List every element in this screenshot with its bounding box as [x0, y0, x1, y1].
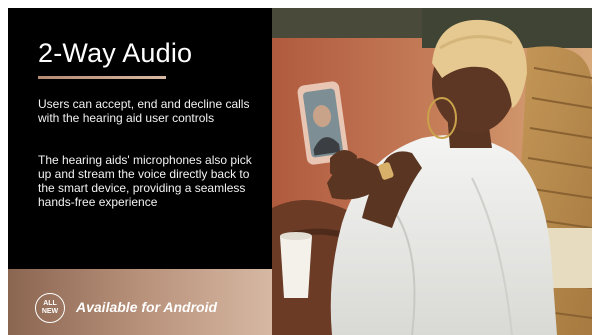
available-for-android-label: Available for Android: [76, 299, 218, 315]
paragraph-user-controls: Users can accept, end and decline calls …: [38, 97, 250, 125]
slide-title: 2-Way Audio: [38, 38, 193, 68]
paragraph-microphones: The hearing aids' microphones also pick …: [38, 153, 252, 209]
all-new-badge-icon: ALL NEW: [35, 293, 65, 323]
woman-video-call-photo: [272, 8, 592, 335]
badge-line-2: NEW: [41, 308, 59, 315]
slide: 2-Way Audio Users can accept, end and de…: [8, 8, 592, 335]
title-underline: [38, 76, 166, 79]
badge-line-1: ALL: [43, 300, 57, 307]
text-panel: 2-Way Audio Users can accept, end and de…: [8, 8, 272, 335]
availability-banner: ALL NEW Available for Android: [8, 269, 272, 335]
